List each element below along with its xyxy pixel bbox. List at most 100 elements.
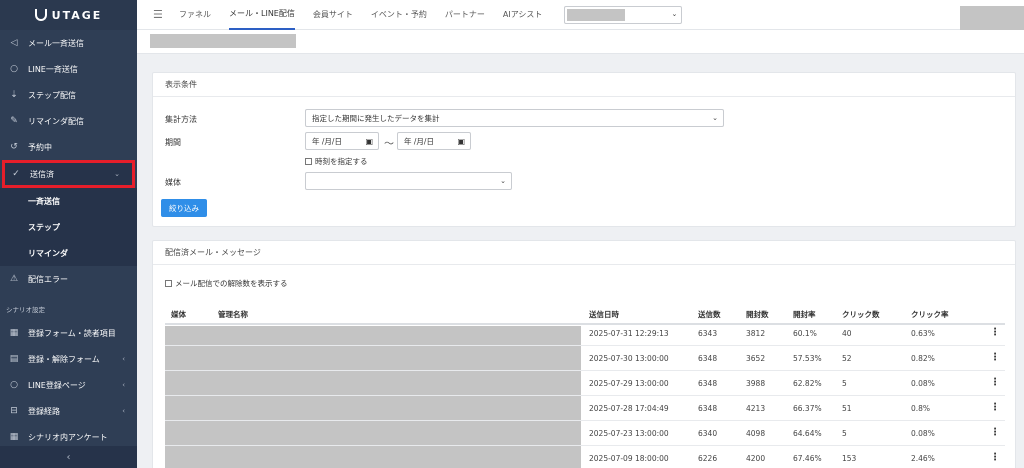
checkbox-icon xyxy=(305,158,312,165)
col-opened: 開封数 xyxy=(746,310,769,319)
cell-datetime: 2025-07-30 13:00:00 xyxy=(589,354,669,363)
cell-opened: 3652 xyxy=(746,354,766,363)
sent-card-title: 配信済メール・メッセージ xyxy=(153,241,1015,265)
cell-clicks: 52 xyxy=(842,354,852,363)
breadcrumb-bar xyxy=(137,30,1024,54)
cell-click-rate: 0.82% xyxy=(911,354,935,363)
unsubscribe-checkbox-label: メール配信での解除数を表示する xyxy=(175,279,288,288)
tab-mail-line[interactable]: メール・LINE配信 xyxy=(229,0,295,30)
cell-open-rate: 60.1% xyxy=(793,329,817,338)
col-media: 媒体 xyxy=(171,310,186,319)
table-row[interactable]: 2025-07-30 13:00:00 6348 3652 57.53% 52 … xyxy=(165,346,1005,371)
sidebar-item-mail-broadcast[interactable]: ◁ メール一斉送信 xyxy=(0,30,137,56)
chevron-left-icon: ‹ xyxy=(122,381,125,389)
account-select[interactable]: ⌄ xyxy=(564,5,683,24)
cell-clicks: 5 xyxy=(842,379,847,388)
sent-messages-card: 配信済メール・メッセージ メール配信での解除数を表示する 媒体 管理名称 送信日… xyxy=(152,240,1016,468)
sidebar-item-label: 登録・解除フォーム xyxy=(28,354,100,364)
more-options-icon[interactable]: ⋮ xyxy=(990,452,1000,463)
cell-click-rate: 0.08% xyxy=(911,429,935,438)
media-select[interactable]: ⌄ xyxy=(305,172,512,190)
cell-sent: 6343 xyxy=(698,329,718,338)
col-open-rate: 開封率 xyxy=(793,310,816,319)
aggregation-value: 指定した期間に発生したデータを集計 xyxy=(312,113,440,123)
cell-sent: 6348 xyxy=(698,379,718,388)
sidebar-subitem-step[interactable]: ステップ xyxy=(0,214,137,240)
cell-sent: 6348 xyxy=(698,354,718,363)
sidebar-item-step[interactable]: ⇣ ステップ配信 xyxy=(0,82,137,108)
end-date-input[interactable]: 年 /月/日 ▣ xyxy=(397,132,471,150)
sidebar-item-route[interactable]: ⊟ 登録経路 ‹ xyxy=(0,398,137,424)
sidebar-item-register-unsub-form[interactable]: ▤ 登録・解除フォーム ‹ xyxy=(0,346,137,372)
logo-text: UTAGE xyxy=(51,8,103,22)
cell-sent: 6226 xyxy=(698,454,718,463)
chat-icon: ○ xyxy=(10,64,18,74)
step-icon: ⇣ xyxy=(10,90,18,100)
chevron-left-icon: ‹ xyxy=(66,451,71,463)
form-icon: ▤ xyxy=(9,354,19,364)
sidebar-subitem-broadcast[interactable]: 一斉送信 xyxy=(0,188,137,214)
cell-sent: 6340 xyxy=(698,429,718,438)
media-label: 媒体 xyxy=(165,178,181,187)
cell-opened: 4200 xyxy=(746,454,766,463)
cell-opened: 3988 xyxy=(746,379,766,388)
chevron-down-icon: ⌄ xyxy=(500,177,506,185)
more-options-icon[interactable]: ⋮ xyxy=(990,377,1000,388)
sidebar-item-registration-form[interactable]: ▦ 登録フォーム・読者項目 xyxy=(0,320,137,346)
cell-open-rate: 64.64% xyxy=(793,429,822,438)
col-sent: 送信数 xyxy=(698,310,721,319)
sidebar-item-delivery-error[interactable]: ⚠ 配信エラー xyxy=(0,266,137,292)
more-options-icon[interactable]: ⋮ xyxy=(990,402,1000,413)
cell-opened: 4098 xyxy=(746,429,766,438)
filter-card-title: 表示条件 xyxy=(153,73,1015,97)
table-icon: ▦ xyxy=(9,432,19,442)
cell-clicks: 153 xyxy=(842,454,857,463)
tab-event[interactable]: イベント・予約 xyxy=(371,0,427,30)
more-options-icon[interactable]: ⋮ xyxy=(990,352,1000,363)
tab-partner[interactable]: パートナー xyxy=(445,0,485,30)
cell-open-rate: 67.46% xyxy=(793,454,822,463)
section-heading: シナリオ設定 xyxy=(6,306,45,314)
sidebar-item-line-broadcast[interactable]: ○ LINE一斉送信 xyxy=(0,56,137,82)
aggregation-label: 集計方法 xyxy=(165,115,197,124)
sidebar-item-sent[interactable]: ✓ 送信済 ⌄ xyxy=(2,160,135,188)
sidebar-item-line-page[interactable]: ○ LINE登録ページ ‹ xyxy=(0,372,137,398)
table-row[interactable]: 2025-07-29 13:00:00 6348 3988 62.82% 5 0… xyxy=(165,371,1005,396)
filter-button[interactable]: 絞り込み xyxy=(161,199,207,217)
table-row[interactable]: 2025-07-28 17:04:49 6348 4213 66.37% 51 … xyxy=(165,396,1005,421)
start-date-input[interactable]: 年 /月/日 ▣ xyxy=(305,132,379,150)
menu-icon[interactable]: ☰ xyxy=(153,8,165,21)
cell-clicks: 40 xyxy=(842,329,852,338)
user-menu[interactable] xyxy=(960,6,1024,30)
table-icon: ▦ xyxy=(9,328,19,338)
col-click-rate: クリック率 xyxy=(911,310,949,319)
pencil-icon: ✎ xyxy=(10,116,18,126)
tab-member-site[interactable]: 会員サイト xyxy=(313,0,353,30)
chevron-down-icon: ⌄ xyxy=(114,170,120,178)
date-placeholder: 年 /月/日 xyxy=(404,136,434,146)
aggregation-select[interactable]: 指定した期間に発生したデータを集計 ⌄ xyxy=(305,109,724,127)
sidebar-item-label: 登録フォーム・読者項目 xyxy=(28,328,116,338)
cell-opened: 4213 xyxy=(746,404,766,413)
sidebar-item-label: LINE登録ページ xyxy=(28,380,86,390)
more-options-icon[interactable]: ⋮ xyxy=(990,427,1000,438)
unsubscribe-checkbox[interactable]: メール配信での解除数を表示する xyxy=(165,278,288,289)
tab-ai-assist[interactable]: AIアシスト xyxy=(503,0,543,30)
cell-open-rate: 62.82% xyxy=(793,379,822,388)
sidebar-subitem-reminder[interactable]: リマインダ xyxy=(0,240,137,266)
chevron-down-icon: ⌄ xyxy=(671,9,678,18)
tab-funnel[interactable]: ファネル xyxy=(179,0,211,30)
time-checkbox[interactable]: 時刻を指定する xyxy=(305,156,368,167)
sidebar-item-scheduled[interactable]: ↺ 予約中 xyxy=(0,134,137,160)
cell-click-rate: 2.46% xyxy=(911,454,935,463)
chevron-down-icon: ⌄ xyxy=(712,114,718,122)
more-options-icon[interactable]: ⋮ xyxy=(990,327,1000,338)
collapse-sidebar-button[interactable]: ‹ xyxy=(0,446,137,468)
cell-clicks: 51 xyxy=(842,404,852,413)
calendar-icon: ▣ xyxy=(365,136,373,146)
table-row[interactable]: 2025-07-09 18:00:00 6226 4200 67.46% 153… xyxy=(165,446,1005,468)
table-row[interactable]: 2025-07-31 12:29:13 6343 3812 60.1% 40 0… xyxy=(165,321,1005,346)
logo[interactable]: UTAGE xyxy=(0,0,137,30)
table-row[interactable]: 2025-07-23 13:00:00 6340 4098 64.64% 5 0… xyxy=(165,421,1005,446)
sidebar-item-reminder[interactable]: ✎ リマインダ配信 xyxy=(0,108,137,134)
